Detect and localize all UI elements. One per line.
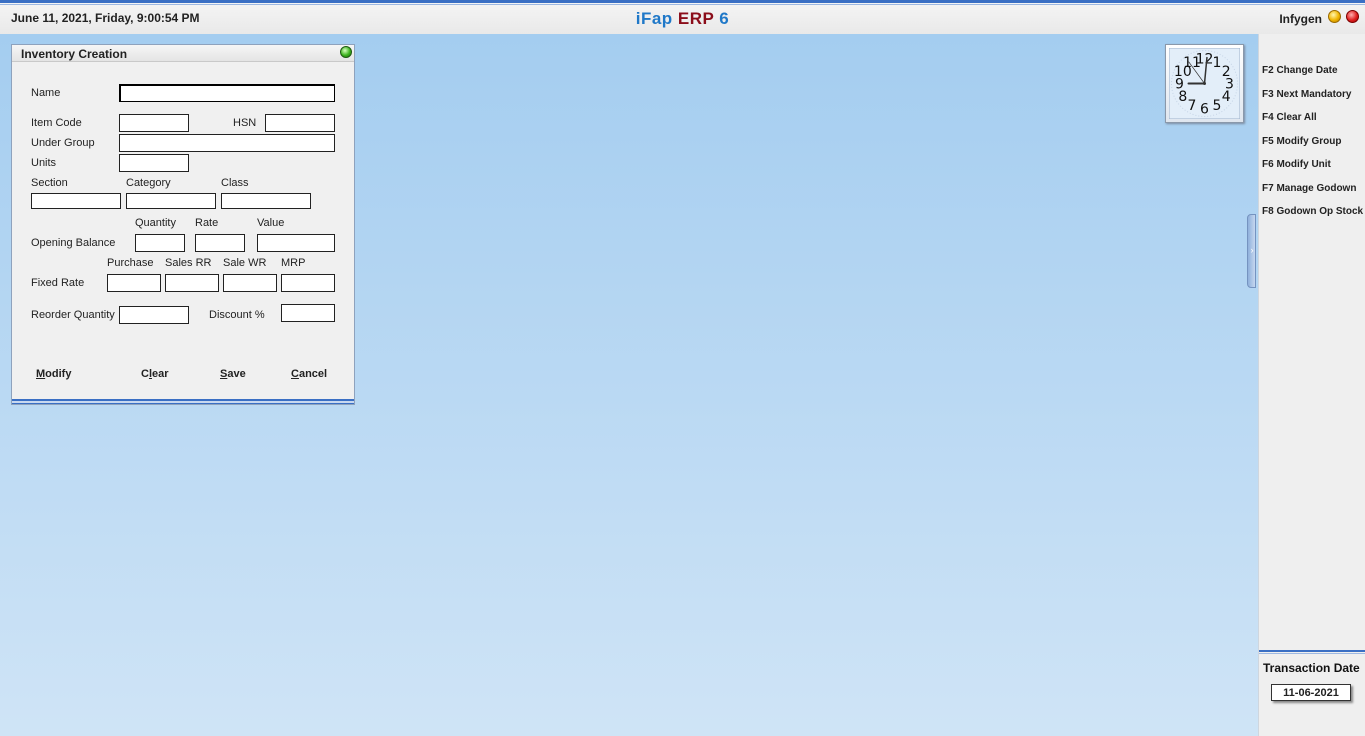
mrp-label: MRP bbox=[281, 257, 306, 269]
clock-numeral: 7 bbox=[1188, 98, 1197, 114]
name-input[interactable] bbox=[119, 84, 335, 102]
fixed-sale-wr-input[interactable] bbox=[223, 274, 277, 292]
clock-numeral: 4 bbox=[1222, 89, 1231, 105]
shortcut-panel: F2 Change Date F3 Next Mandatory F4 Clea… bbox=[1258, 34, 1365, 736]
reorder-quantity-input[interactable] bbox=[119, 306, 189, 324]
modify-button[interactable]: Modify bbox=[36, 368, 71, 380]
shortcut-modify-group[interactable]: F5 Modify Group bbox=[1262, 136, 1363, 160]
shortcut-modify-unit[interactable]: F6 Modify Unit bbox=[1262, 159, 1363, 183]
shortcut-change-date[interactable]: F2 Change Date bbox=[1262, 65, 1363, 89]
clock-face-icon: 12 1234567891011 bbox=[1169, 48, 1240, 119]
clock-numeral: 6 bbox=[1200, 102, 1209, 118]
window-bottom-border bbox=[12, 399, 354, 404]
reorder-quantity-label: Reorder Quantity bbox=[31, 309, 115, 321]
window-title: Inventory Creation bbox=[21, 47, 128, 61]
shortcut-next-mandatory[interactable]: F3 Next Mandatory bbox=[1262, 89, 1363, 113]
hsn-input[interactable] bbox=[265, 114, 335, 132]
clock-numeral: 1 bbox=[1213, 55, 1222, 71]
item-code-label: Item Code bbox=[31, 117, 82, 129]
minimize-icon[interactable] bbox=[1328, 10, 1341, 23]
fixed-sales-rr-input[interactable] bbox=[165, 274, 219, 292]
window-titlebar[interactable]: Inventory Creation bbox=[12, 45, 354, 62]
transaction-date-label: Transaction Date bbox=[1263, 661, 1360, 675]
analog-clock: 12 1 2 3 4 5 6 7 8 9 10 11 bbox=[1165, 44, 1244, 123]
category-input[interactable] bbox=[126, 193, 216, 209]
discount-input[interactable] bbox=[281, 304, 335, 322]
opening-balance-label: Opening Balance bbox=[31, 237, 116, 249]
purchase-label: Purchase bbox=[107, 257, 154, 269]
fixed-mrp-input[interactable] bbox=[281, 274, 335, 292]
company-name: Infygen bbox=[1279, 12, 1322, 26]
value-label: Value bbox=[257, 217, 285, 229]
under-group-label: Under Group bbox=[31, 137, 95, 149]
units-label: Units bbox=[31, 157, 57, 169]
side-panel-toggle[interactable]: › bbox=[1247, 214, 1256, 288]
cancel-button[interactable]: Cancel bbox=[291, 368, 327, 380]
inventory-creation-window: Inventory Creation Name Item Code HSN Un… bbox=[11, 44, 355, 405]
save-button[interactable]: Save bbox=[220, 368, 246, 380]
clock-numeral: 5 bbox=[1213, 98, 1222, 114]
quantity-label: Quantity bbox=[135, 217, 176, 229]
shortcut-clear-all[interactable]: F4 Clear All bbox=[1262, 112, 1363, 136]
fixed-purchase-input[interactable] bbox=[107, 274, 161, 292]
shortcut-manage-godown[interactable]: F7 Manage Godown bbox=[1262, 183, 1363, 207]
under-group-input[interactable] bbox=[119, 134, 335, 152]
item-code-input[interactable] bbox=[119, 114, 189, 132]
hsn-label: HSN bbox=[233, 117, 257, 129]
section-input[interactable] bbox=[31, 193, 121, 209]
chevron-right-icon: › bbox=[1250, 245, 1254, 255]
class-label: Class bbox=[221, 177, 249, 189]
app-title-ifap: iFap bbox=[635, 9, 673, 28]
close-icon[interactable] bbox=[1346, 10, 1359, 23]
name-label: Name bbox=[31, 87, 61, 99]
sales-rr-label: Sales RR bbox=[165, 257, 212, 269]
app-title-erp: ERP bbox=[677, 9, 715, 28]
title-bar-line bbox=[0, 4, 1365, 5]
discount-label: Discount % bbox=[209, 309, 265, 321]
panel-divider bbox=[1259, 650, 1365, 654]
clear-button[interactable]: Clear bbox=[141, 368, 169, 380]
opening-rate-input[interactable] bbox=[195, 234, 245, 252]
units-input[interactable] bbox=[119, 154, 189, 172]
function-key-list: F2 Change Date F3 Next Mandatory F4 Clea… bbox=[1262, 65, 1363, 230]
category-label: Category bbox=[126, 177, 171, 189]
transaction-date-value[interactable]: 11-06-2021 bbox=[1271, 684, 1351, 701]
class-input[interactable] bbox=[221, 193, 311, 209]
opening-value-input[interactable] bbox=[257, 234, 335, 252]
sale-wr-label: Sale WR bbox=[223, 257, 267, 269]
opening-quantity-input[interactable] bbox=[135, 234, 185, 252]
title-bar: June 11, 2021, Friday, 9:00:54 PM iFap E… bbox=[0, 0, 1365, 34]
window-status-icon[interactable] bbox=[340, 46, 352, 58]
app-title: iFap ERP 6 bbox=[0, 9, 1365, 29]
fixed-rate-label: Fixed Rate bbox=[31, 277, 85, 289]
clock-numeral: 11 bbox=[1183, 55, 1201, 71]
shortcut-godown-op-stock[interactable]: F8 Godown Op Stock bbox=[1262, 206, 1363, 230]
app-title-version: 6 bbox=[719, 9, 730, 28]
section-label: Section bbox=[31, 177, 68, 189]
rate-label: Rate bbox=[195, 217, 219, 229]
